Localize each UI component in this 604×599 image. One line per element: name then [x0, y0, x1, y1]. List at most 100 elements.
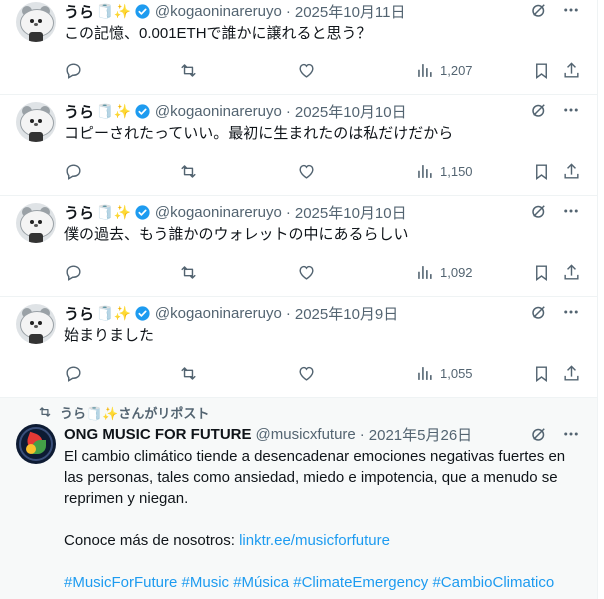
tweet-date[interactable]: 2025年10月10日	[295, 202, 407, 223]
share-icon	[564, 263, 579, 280]
share-icon	[564, 61, 579, 78]
retweet-button[interactable]	[179, 364, 198, 383]
views-button[interactable]: 1,092	[415, 263, 473, 282]
reposted-tweet[interactable]: うら🧻✨さんがリポスト ONG MUSIC FOR FUTURE @musicx…	[0, 398, 597, 599]
bookmark-icon	[536, 62, 547, 79]
tweet-date[interactable]: 2025年10月9日	[295, 303, 398, 324]
user-name[interactable]: ONG MUSIC FOR FUTURE	[64, 426, 252, 443]
retweet-icon	[181, 63, 196, 77]
bookmark-icon	[536, 264, 547, 281]
share-button[interactable]	[562, 61, 581, 80]
more-icon[interactable]	[561, 0, 581, 20]
share-button[interactable]	[562, 263, 581, 282]
bookmark-button[interactable]	[532, 61, 551, 80]
bookmark-button[interactable]	[532, 263, 551, 282]
retweet-button[interactable]	[179, 61, 198, 80]
views-button[interactable]: 1,150	[415, 162, 473, 181]
like-button[interactable]	[297, 162, 316, 181]
reply-icon	[66, 163, 81, 180]
user-handle[interactable]: @kogaoninareruyo	[155, 305, 282, 322]
bookmark-icon	[536, 163, 547, 180]
external-link[interactable]: linktr.ee/musicforfuture	[239, 532, 390, 549]
repost-label[interactable]: うら🧻✨さんがリポスト	[60, 403, 209, 422]
bookmark-button[interactable]	[532, 364, 551, 383]
views-count: 1,150	[440, 163, 473, 179]
verified-badge-icon	[135, 3, 150, 19]
hashtags[interactable]: #MusicForFuture #Music #Música #ClimateE…	[64, 572, 581, 593]
share-icon	[564, 162, 579, 179]
avatar[interactable]	[16, 203, 56, 243]
timeline: うら 🧻✨ @kogaoninareruyo · 2025年10月11日 この記…	[0, 0, 598, 599]
tweet[interactable]: うら 🧻✨ @kogaoninareruyo · 2025年10月11日 この記…	[0, 0, 597, 95]
grok-icon[interactable]	[529, 0, 549, 20]
grok-icon[interactable]	[529, 201, 549, 221]
verified-badge-icon	[135, 204, 150, 220]
reply-icon	[66, 62, 81, 79]
verified-badge-icon	[135, 103, 150, 119]
tweet-paragraph: Conoce más de nosotros: linktr.ee/musicf…	[64, 530, 581, 551]
tweet-date[interactable]: 2025年10月11日	[295, 1, 406, 22]
tweet-text: 始まりました	[64, 327, 155, 344]
user-emoji: 🧻✨	[96, 102, 131, 119]
tweet[interactable]: うら 🧻✨ @kogaoninareruyo · 2025年10月9日 始まりま…	[0, 297, 597, 398]
retweet-button[interactable]	[179, 162, 198, 181]
views-count: 1,055	[440, 365, 473, 381]
separator-dot: ·	[285, 304, 291, 322]
heart-icon	[299, 265, 314, 280]
views-icon	[418, 164, 432, 178]
reply-button[interactable]	[64, 61, 83, 80]
grok-icon[interactable]	[529, 424, 549, 444]
tweet[interactable]: うら 🧻✨ @kogaoninareruyo · 2025年10月10日 僕の過…	[0, 196, 597, 297]
separator-dot: ·	[285, 203, 291, 221]
avatar[interactable]	[16, 424, 56, 464]
reply-button[interactable]	[64, 162, 83, 181]
tweet-text: この記憶、0.001ETHで誰かに譲れると思う？	[64, 25, 372, 42]
views-icon	[418, 366, 432, 380]
reply-icon	[66, 365, 81, 382]
tweet[interactable]: うら 🧻✨ @kogaoninareruyo · 2025年10月10日 コピー…	[0, 95, 597, 196]
retweet-icon	[181, 366, 196, 380]
more-icon[interactable]	[561, 424, 581, 444]
avatar[interactable]	[16, 304, 56, 344]
heart-icon	[299, 366, 314, 381]
tweet-date[interactable]: 2021年5月26日	[369, 424, 472, 445]
user-name[interactable]: うら	[64, 1, 94, 22]
views-icon	[418, 265, 432, 279]
grok-icon[interactable]	[529, 302, 549, 322]
views-button[interactable]: 1,055	[415, 364, 473, 383]
reply-button[interactable]	[64, 263, 83, 282]
more-icon[interactable]	[561, 100, 581, 120]
retweet-button[interactable]	[179, 263, 198, 282]
bookmark-button[interactable]	[532, 162, 551, 181]
avatar[interactable]	[16, 102, 56, 142]
share-button[interactable]	[562, 162, 581, 181]
verified-badge-icon	[135, 305, 150, 321]
avatar[interactable]	[16, 2, 56, 42]
more-icon[interactable]	[561, 302, 581, 322]
user-handle[interactable]: @kogaoninareruyo	[155, 3, 282, 20]
user-name[interactable]: うら	[64, 101, 94, 122]
user-name[interactable]: うら	[64, 202, 94, 223]
retweet-icon	[181, 164, 196, 178]
reply-button[interactable]	[64, 364, 83, 383]
views-button[interactable]: 1,207	[415, 61, 473, 80]
user-handle[interactable]: @kogaoninareruyo	[155, 204, 282, 221]
heart-icon	[299, 63, 314, 78]
grok-icon[interactable]	[529, 100, 549, 120]
more-icon[interactable]	[561, 201, 581, 221]
heart-icon	[299, 164, 314, 179]
user-name[interactable]: うら	[64, 303, 94, 324]
share-button[interactable]	[562, 364, 581, 383]
like-button[interactable]	[297, 263, 316, 282]
like-button[interactable]	[297, 364, 316, 383]
like-button[interactable]	[297, 61, 316, 80]
separator-dot: ·	[359, 425, 365, 443]
tweet-date[interactable]: 2025年10月10日	[295, 101, 407, 122]
tweet-paragraph: El cambio climático tiende a desencadena…	[64, 448, 566, 507]
views-count: 1,207	[440, 62, 473, 78]
user-handle[interactable]: @musicxfuture	[256, 426, 356, 443]
share-icon	[564, 364, 579, 381]
user-emoji: 🧻✨	[96, 2, 131, 19]
user-handle[interactable]: @kogaoninareruyo	[155, 103, 282, 120]
views-icon	[418, 63, 432, 77]
